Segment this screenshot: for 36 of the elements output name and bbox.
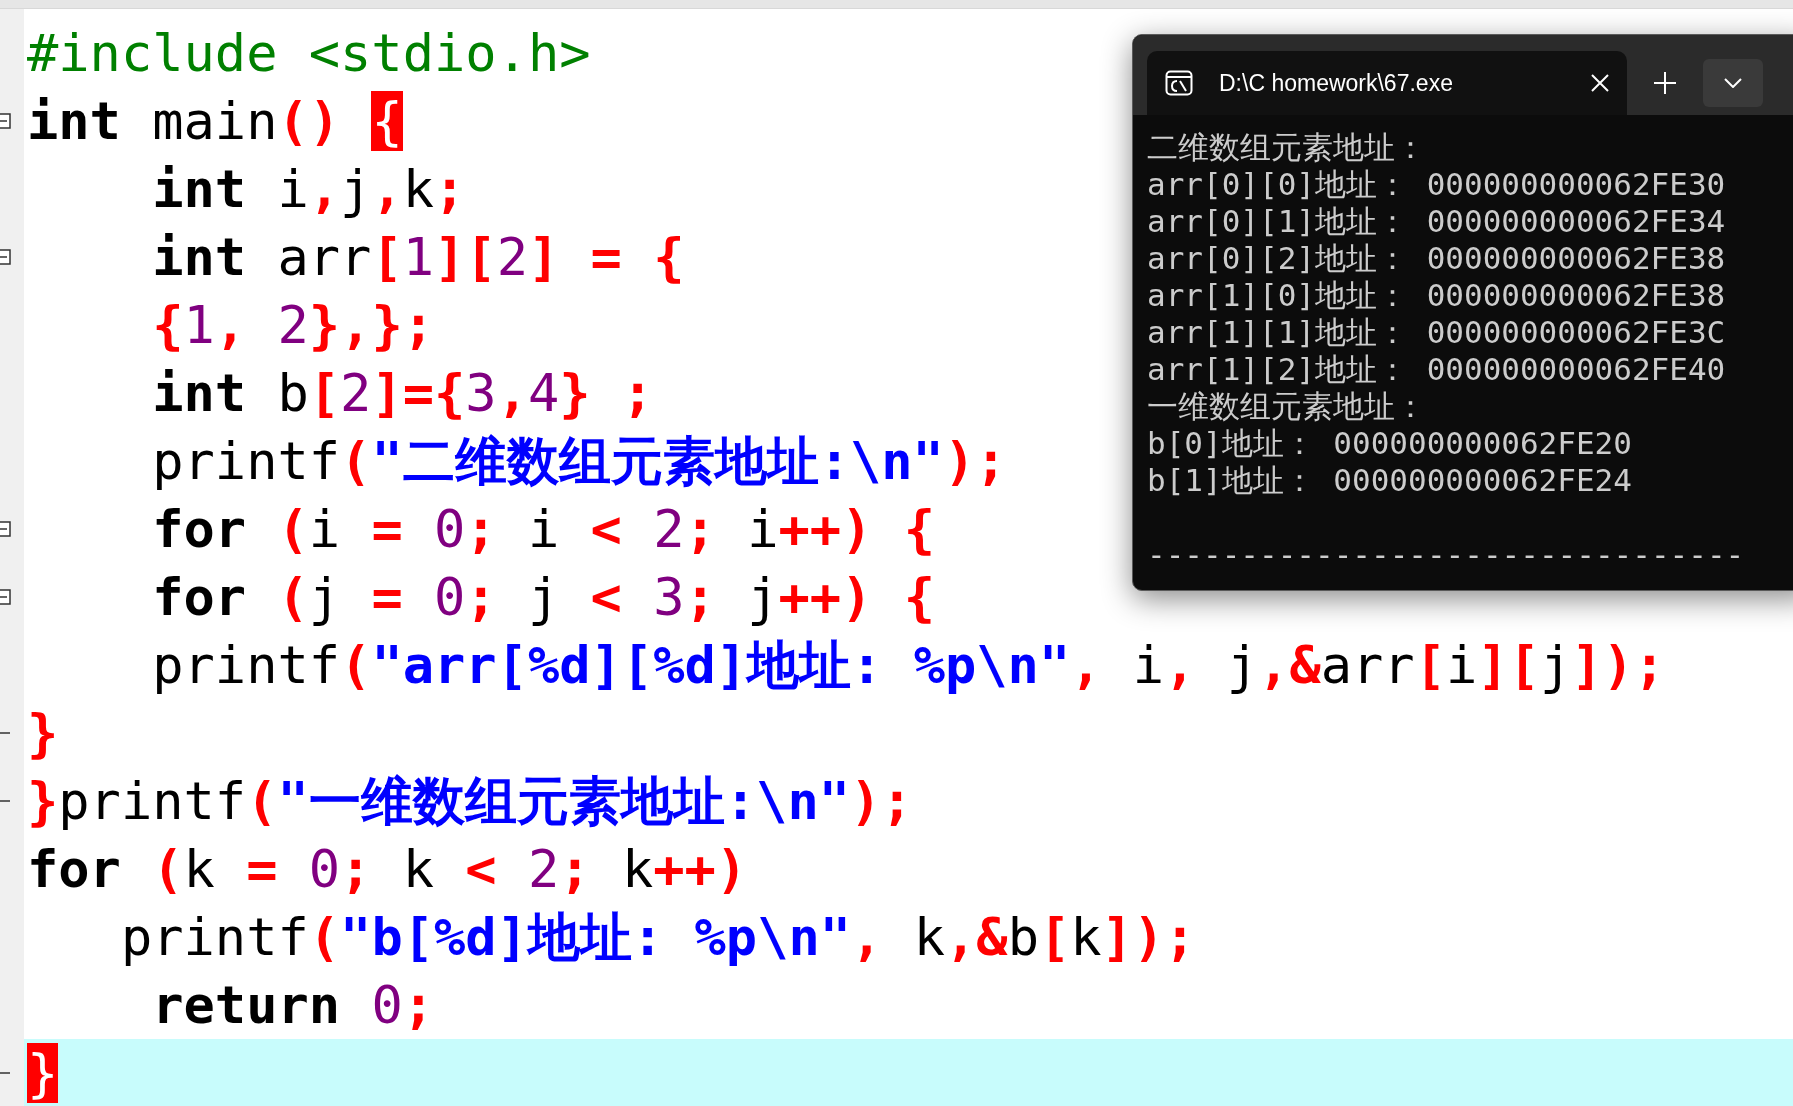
code-line: for (k = 0; k < 2; k++) xyxy=(26,838,748,900)
output-line: 一维数组元素地址： xyxy=(1147,388,1426,424)
code-line: return 0; xyxy=(151,974,434,1036)
output-line: arr[0][0]地址： 000000000062FE30 xyxy=(1147,166,1726,202)
terminal-tab[interactable]: D:\C homework\67.exe xyxy=(1147,51,1627,115)
code-line: printf("二维数组元素地址:\n"); xyxy=(151,430,1007,492)
code-line: for (i = 0; i < 2; i++) { xyxy=(151,498,935,560)
code-line: printf("arr[%d][%d]地址: %p\n", i, j,&arr[i][j]); xyxy=(151,634,1666,696)
code-line: int arr[1][2] = { xyxy=(151,226,685,288)
code-line: int b[2]={3,4} ; xyxy=(151,362,654,424)
plus-icon xyxy=(1654,72,1676,94)
output-line: arr[1][0]地址： 000000000062FE38 xyxy=(1147,277,1726,313)
output-line: arr[0][2]地址： 000000000062FE38 xyxy=(1147,240,1726,276)
console-icon xyxy=(1165,70,1193,96)
collapse-icon[interactable] xyxy=(0,520,11,538)
output-line: arr[1][2]地址： 000000000062FE40 xyxy=(1147,351,1726,387)
chevron-down-icon xyxy=(1724,78,1742,88)
code-line: #include <stdio.h> xyxy=(26,22,591,84)
code-line: } xyxy=(26,702,59,764)
dashed-rule: -------------------------------- xyxy=(1147,536,1745,572)
output-line: b[0]地址： 000000000062FE20 xyxy=(1147,425,1632,461)
code-line: for (j = 0; j < 3; j++) { xyxy=(151,566,935,628)
collapse-icon[interactable] xyxy=(0,588,11,606)
code-line: int main() { xyxy=(26,90,403,152)
output-line: arr[1][1]地址： 000000000062FE3C xyxy=(1147,314,1726,350)
code-line: }printf("一维数组元素地址:\n"); xyxy=(26,770,913,832)
code-line: int i,j,k; xyxy=(151,158,466,220)
collapse-icon[interactable] xyxy=(0,112,11,130)
close-icon[interactable] xyxy=(1591,74,1609,92)
output-line: arr[0][1]地址： 000000000062FE34 xyxy=(1147,203,1726,239)
code-line: printf("b[%d]地址: %p\n", k,&b[k]); xyxy=(119,906,1196,968)
collapse-icon[interactable] xyxy=(0,248,11,266)
output-line: 二维数组元素地址： xyxy=(1147,129,1426,165)
tab-title: D:\C homework\67.exe xyxy=(1219,69,1454,97)
code-line: {1, 2},}; xyxy=(151,294,435,356)
output-line: b[1]地址： 000000000062FE24 xyxy=(1147,462,1632,498)
